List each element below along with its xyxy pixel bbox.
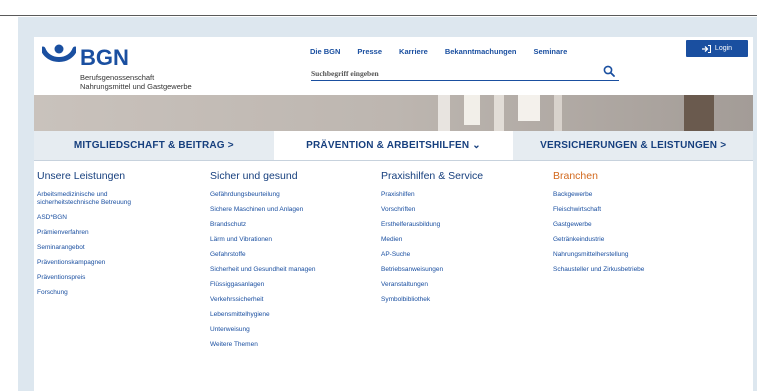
- menu-item[interactable]: Veranstaltungen: [381, 281, 483, 289]
- search-input[interactable]: [311, 65, 591, 82]
- hero-image: [34, 95, 753, 131]
- menu-item[interactable]: Präventionspreis: [37, 274, 131, 282]
- menu-item[interactable]: Praxishilfen: [381, 191, 483, 199]
- topnav-die-bgn[interactable]: Die BGN: [310, 47, 340, 56]
- menu-item[interactable]: Weitere Themen: [210, 341, 316, 349]
- menu-item[interactable]: Nahrungsmittelherstellung: [553, 251, 644, 259]
- menu-item[interactable]: Forschung: [37, 289, 131, 297]
- mega-menu: Unsere Leistungen Arbeitsmedizinische un…: [34, 161, 753, 391]
- menu-heading[interactable]: Praxishilfen & Service: [381, 170, 483, 182]
- topnav-karriere[interactable]: Karriere: [399, 47, 428, 56]
- menu-heading[interactable]: Sicher und gesund: [210, 170, 316, 182]
- bgn-logo-mark-icon: [42, 44, 76, 62]
- login-arrow-icon: [701, 44, 711, 53]
- brand-subtitle-line1: Berufsgenossenschaft: [80, 73, 155, 82]
- main-navigation: MITGLIEDSCHAFT & BEITRAG > PRÄVENTION & …: [34, 131, 753, 161]
- menu-item[interactable]: Präventionskampagnen: [37, 259, 131, 267]
- brand-name: BGN: [80, 45, 129, 70]
- menu-column-praxishilfen-service: Praxishilfen & Service Praxishilfen Vors…: [381, 170, 483, 311]
- tab-versicherungen-leistungen[interactable]: VERSICHERUNGEN & LEISTUNGEN >: [513, 131, 753, 160]
- menu-item[interactable]: Ersthelferausbildung: [381, 221, 483, 229]
- menu-item[interactable]: Flüssiggasanlagen: [210, 281, 316, 289]
- brand-subtitle-line2: Nahrungsmittel und Gastgewerbe: [80, 82, 192, 91]
- menu-item[interactable]: AP-Suche: [381, 251, 483, 259]
- menu-item[interactable]: Unterweisung: [210, 326, 316, 334]
- search-icon[interactable]: [603, 65, 615, 77]
- tab-mitgliedschaft-beitrag[interactable]: MITGLIEDSCHAFT & BEITRAG >: [34, 131, 274, 160]
- menu-item[interactable]: Brandschutz: [210, 221, 316, 229]
- menu-heading[interactable]: Unsere Leistungen: [37, 170, 131, 182]
- menu-item[interactable]: Gefährdungsbeurteilung: [210, 191, 316, 199]
- topnav-seminare[interactable]: Seminare: [534, 47, 568, 56]
- menu-item[interactable]: Betriebsanweisungen: [381, 266, 483, 274]
- menu-column-unsere-leistungen: Unsere Leistungen Arbeitsmedizinische un…: [37, 170, 131, 304]
- top-navigation: Die BGN Presse Karriere Bekanntmachungen…: [310, 47, 567, 56]
- menu-item[interactable]: Prämienverfahren: [37, 229, 131, 237]
- menu-item[interactable]: Lärm und Vibrationen: [210, 236, 316, 244]
- menu-item[interactable]: sicherheitstechnische Betreuung: [37, 199, 131, 207]
- menu-item[interactable]: Schausteller und Zirkusbetriebe: [553, 266, 644, 274]
- menu-item[interactable]: Medien: [381, 236, 483, 244]
- brand-subtitle: Berufsgenossenschaft Nahrungsmittel und …: [80, 73, 192, 91]
- topnav-bekanntmachungen[interactable]: Bekanntmachungen: [445, 47, 517, 56]
- menu-item[interactable]: Gastgewerbe: [553, 221, 644, 229]
- search-bar: [311, 63, 619, 82]
- menu-item[interactable]: Verkehrssicherheit: [210, 296, 316, 304]
- menu-item[interactable]: Getränkeindustrie: [553, 236, 644, 244]
- menu-item[interactable]: Vorschriften: [381, 206, 483, 214]
- screenshot-frame: BGN Berufsgenossenschaft Nahrungsmittel …: [18, 17, 757, 391]
- top-divider-bar: [0, 0, 757, 16]
- menu-item[interactable]: Fleischwirtschaft: [553, 206, 644, 214]
- menu-column-branchen: Branchen Backgewerbe Fleischwirtschaft G…: [553, 170, 644, 281]
- menu-heading[interactable]: Branchen: [553, 170, 644, 182]
- login-label: Login: [714, 45, 733, 52]
- menu-item[interactable]: ASD*BGN: [37, 214, 131, 222]
- menu-item[interactable]: Lebensmittelhygiene: [210, 311, 316, 319]
- menu-item[interactable]: Sicherheit und Gesundheit managen: [210, 266, 316, 274]
- menu-item[interactable]: Seminarangebot: [37, 244, 131, 252]
- login-button[interactable]: Login: [686, 40, 748, 57]
- menu-item[interactable]: Arbeitsmedizinische und: [37, 191, 131, 199]
- topnav-presse[interactable]: Presse: [357, 47, 382, 56]
- menu-item[interactable]: Backgewerbe: [553, 191, 644, 199]
- bgn-logo[interactable]: BGN Berufsgenossenschaft Nahrungsmittel …: [42, 41, 242, 91]
- menu-item[interactable]: Sichere Maschinen und Anlagen: [210, 206, 316, 214]
- menu-column-sicher-und-gesund: Sicher und gesund Gefährdungsbeurteilung…: [210, 170, 316, 356]
- tab-praevention-arbeitshilfen[interactable]: PRÄVENTION & ARBEITSHILFEN ⌄: [273, 131, 514, 160]
- menu-item[interactable]: Symbolbibliothek: [381, 296, 483, 304]
- menu-item[interactable]: Gefahrstoffe: [210, 251, 316, 259]
- website-page: BGN Berufsgenossenschaft Nahrungsmittel …: [34, 37, 753, 391]
